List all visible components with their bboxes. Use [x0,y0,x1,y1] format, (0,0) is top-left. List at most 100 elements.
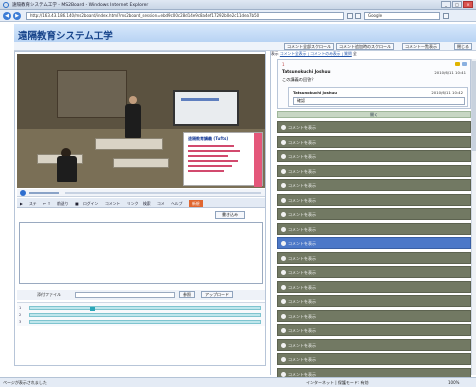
tab-forward[interactable]: 前送り [57,200,68,207]
scroll-all-comments-button[interactable]: コメント全部スクロール [284,43,334,50]
student-desk-center [113,158,169,168]
close-panel-button[interactable]: 閉じる [454,43,472,50]
window-title: 遠隔教育システム工学 - MS2Board - Windows Internet… [12,3,149,8]
status-bar: ページが表示されました インターネット | 保護モード: 有効 100% [0,377,476,387]
comment-row[interactable]: コメントを表示 [277,135,471,148]
filter-links[interactable]: コメント全表示 | コメントのみ表示 | 質問 [280,51,352,56]
comment-row[interactable]: コメントを表示 [277,179,471,191]
comment-bullet-icon [281,168,286,174]
upload-button[interactable]: アップロード [201,291,233,298]
stop-icon[interactable] [355,13,361,19]
tab-new[interactable]: 新規 [189,200,203,207]
tab-come[interactable]: コメ [157,200,165,207]
comment-row[interactable]: コメントを表示 [277,309,471,322]
comment-row[interactable]: コメントを表示 [277,193,471,206]
slide-line [188,150,240,152]
comment-bullet-icon [281,212,286,217]
magnifier-icon[interactable] [443,13,449,19]
front-desk [95,138,163,150]
scroll-on-add-button[interactable]: コメント追加時のスクロール [336,43,394,50]
app-header: 遠隔教育システム工学 [14,24,476,42]
browse-button[interactable]: 参照 [179,291,195,298]
comment-row-label: コメントを表示 [288,241,316,246]
seek-bar[interactable] [65,192,261,194]
comment-row[interactable]: コメントを表示 [277,266,471,278]
tab-link[interactable]: リンク [127,200,138,207]
comment-row-label: コメントを表示 [288,328,316,333]
volume-slider[interactable] [29,192,59,194]
reply-box: Tatsunokuchi Joshuu 2010/6/11 10:42 確認 [288,87,468,107]
comment-row[interactable]: コメントを表示 [277,208,471,220]
comment-bullet-icon [281,226,286,232]
timeline-label: 1 [19,306,22,310]
post-button[interactable]: 書き込み [215,211,245,219]
maximize-button[interactable]: □ [452,1,462,8]
reply-text[interactable]: 確認 [293,97,465,105]
comment-row[interactable]: コメントを表示 [277,295,471,307]
timeline-marker[interactable] [90,307,95,311]
timeline-track[interactable] [29,306,261,311]
comment-list: コメントを表示 コメントを表示 コメントを表示 コメントを表示 コメントを表示 コメントを… [277,121,471,382]
projection-screen-bar [181,98,219,101]
reply-icon[interactable] [462,62,467,66]
play-icon[interactable] [20,190,26,196]
comment-row-label: コメントを表示 [288,299,316,304]
close-window-button[interactable]: × [463,1,473,8]
comment-row[interactable]: コメントを表示 [277,338,471,351]
address-field[interactable]: http://163.43.186.140/ms2board/index.htm… [26,12,344,20]
app-toolbar: コメント全部スクロール コメント追加時のスクロール コメント一覧表示 閉じる [14,42,476,51]
timeline-track[interactable] [29,313,261,317]
minimize-button[interactable]: _ [441,1,451,8]
slide-line [188,155,228,157]
slide-line [188,160,238,162]
tab-stop[interactable]: ■ [75,200,79,207]
comment-row[interactable]: コメントを表示 [277,324,471,336]
security-zone: インターネット | 保護モード: 有効 [306,380,369,385]
comment-bullet-icon [281,255,286,261]
comment-row[interactable]: コメントを表示 [277,121,471,133]
comment-row[interactable]: コメントを表示 [277,164,471,177]
tab-search[interactable]: 検索 [143,200,151,207]
reply-date: 2010/6/11 10:42 [431,90,463,95]
comment-row[interactable]: コメントを表示 [277,237,471,249]
tab-step[interactable]: ステ [29,200,37,207]
comment-textarea[interactable] [19,222,263,284]
attachment-input[interactable] [75,292,175,298]
comment-scrollbar[interactable] [471,59,476,375]
status-text: ページが表示されました [3,380,47,385]
tab-comment[interactable]: コメント [105,200,120,207]
comment-bullet-icon [281,139,286,145]
comment-list-button[interactable]: コメント一覧表示 [402,43,440,50]
back-button[interactable]: ◀ [3,12,11,20]
tab-help[interactable]: ヘルプ [171,200,182,207]
search-input[interactable]: Google [364,12,440,20]
comment-bullet-icon [281,299,286,304]
forward-button[interactable]: ▶ [13,12,21,20]
timeline-label: 2 [19,313,22,317]
comment-row[interactable]: コメントを表示 [277,150,471,162]
filter-suffix: 全 [352,51,357,56]
lecture-panel: 遠隔教育講義 (Tufts) ▶ ステ ← ↑ 前送り ■ ログイン コメント … [14,51,266,366]
comment-bullet-icon [281,183,286,188]
timeline-track[interactable] [29,320,261,324]
reply-author: Tatsunokuchi Joshuu [293,90,337,95]
zoom-level[interactable]: 100% [448,380,459,386]
comment-row[interactable]: コメントを表示 [277,353,471,365]
comment-bullet-icon [281,270,286,275]
comment-row[interactable]: コメントを表示 [277,251,471,264]
scroll-thumb[interactable] [472,61,476,151]
edit-icon[interactable] [455,62,460,66]
comment-row[interactable]: コメントを表示 [277,280,471,293]
lecture-video[interactable]: 遠隔教育講義 (Tufts) [17,54,265,188]
tab-play[interactable]: ▶ [20,200,23,207]
comment-row-label: コメントを表示 [288,255,316,261]
comment-timeline: 1 2 3 [17,302,265,326]
timeline-label: 3 [19,320,22,324]
thread-number: 1 [282,62,285,67]
open-thread-button[interactable]: 開く [277,111,471,118]
comment-row[interactable]: コメントを表示 [277,222,471,235]
tab-login[interactable]: ログイン [83,200,98,207]
refresh-icon[interactable] [347,13,353,19]
comment-bullet-icon [281,342,286,348]
tab-arrows[interactable]: ← ↑ [43,200,51,207]
